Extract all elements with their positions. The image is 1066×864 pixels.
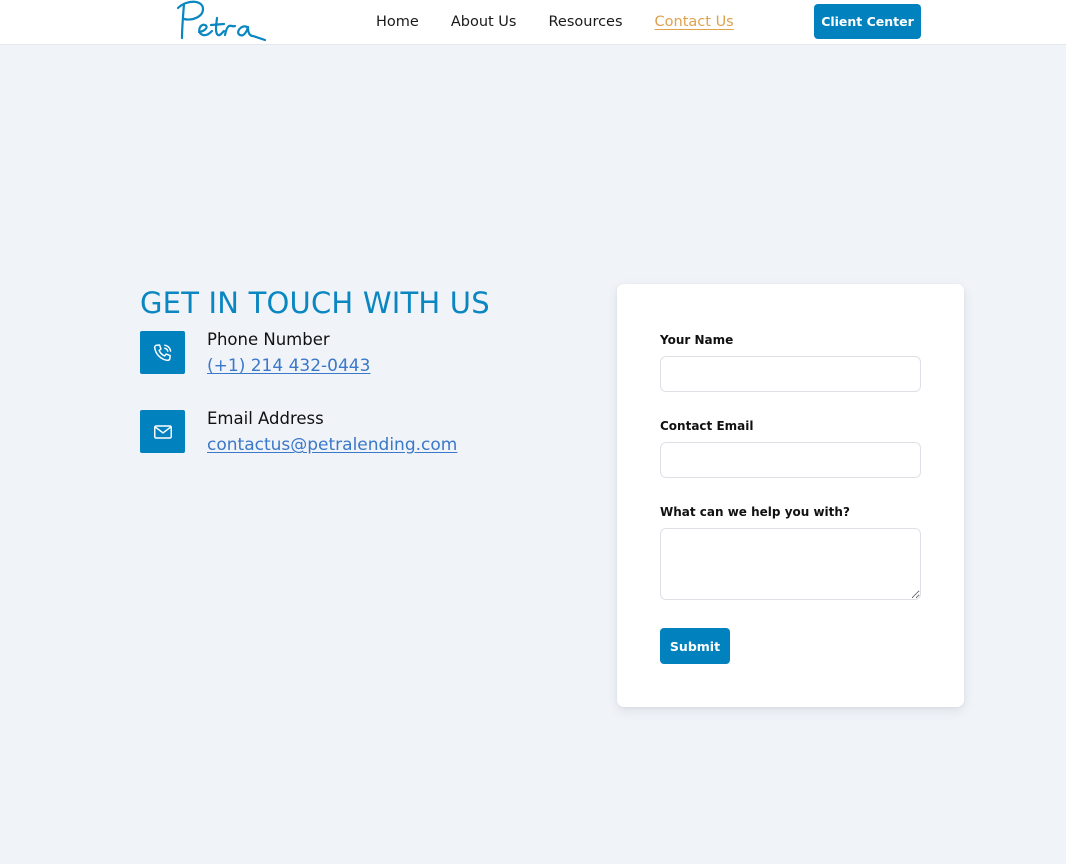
client-center-button[interactable]: Client Center [814,4,921,39]
email-field-label: Contact Email [660,419,754,433]
nav-contact-us[interactable]: Contact Us [655,13,734,31]
phone-link[interactable]: (+1) 214 432-0443 [207,356,370,376]
submit-button[interactable]: Submit [660,628,730,664]
petra-logo[interactable] [173,0,269,45]
mail-icon-box [140,410,185,453]
name-input[interactable] [660,356,921,392]
phone-label: Phone Number [207,330,330,349]
main-nav: Home About Us Resources Contact Us [376,13,766,31]
site-header: Home About Us Resources Contact Us Clien… [0,0,1066,45]
phone-info: Phone Number (+1) 214 432-0443 [140,331,370,376]
nav-home[interactable]: Home [376,13,419,31]
mail-icon [153,424,172,439]
email-text: Email Address contactus@petralending.com [207,409,457,456]
contact-form-card: Your Name Contact Email What can we help… [617,284,964,707]
message-textarea[interactable] [660,528,921,600]
email-link[interactable]: contactus@petralending.com [207,435,457,455]
phone-text: Phone Number (+1) 214 432-0443 [207,330,370,377]
phone-icon-box [140,331,185,374]
nav-resources[interactable]: Resources [548,13,622,31]
contact-title: GET IN TOUCH WITH US [140,286,490,320]
nav-about-us[interactable]: About Us [451,13,517,31]
message-field-label: What can we help you with? [660,505,850,519]
contact-email-input[interactable] [660,442,921,478]
petra-logo-icon [176,0,267,42]
email-info: Email Address contactus@petralending.com [140,410,457,455]
name-field-label: Your Name [660,333,734,347]
email-label: Email Address [207,409,324,428]
phone-icon [153,343,171,361]
